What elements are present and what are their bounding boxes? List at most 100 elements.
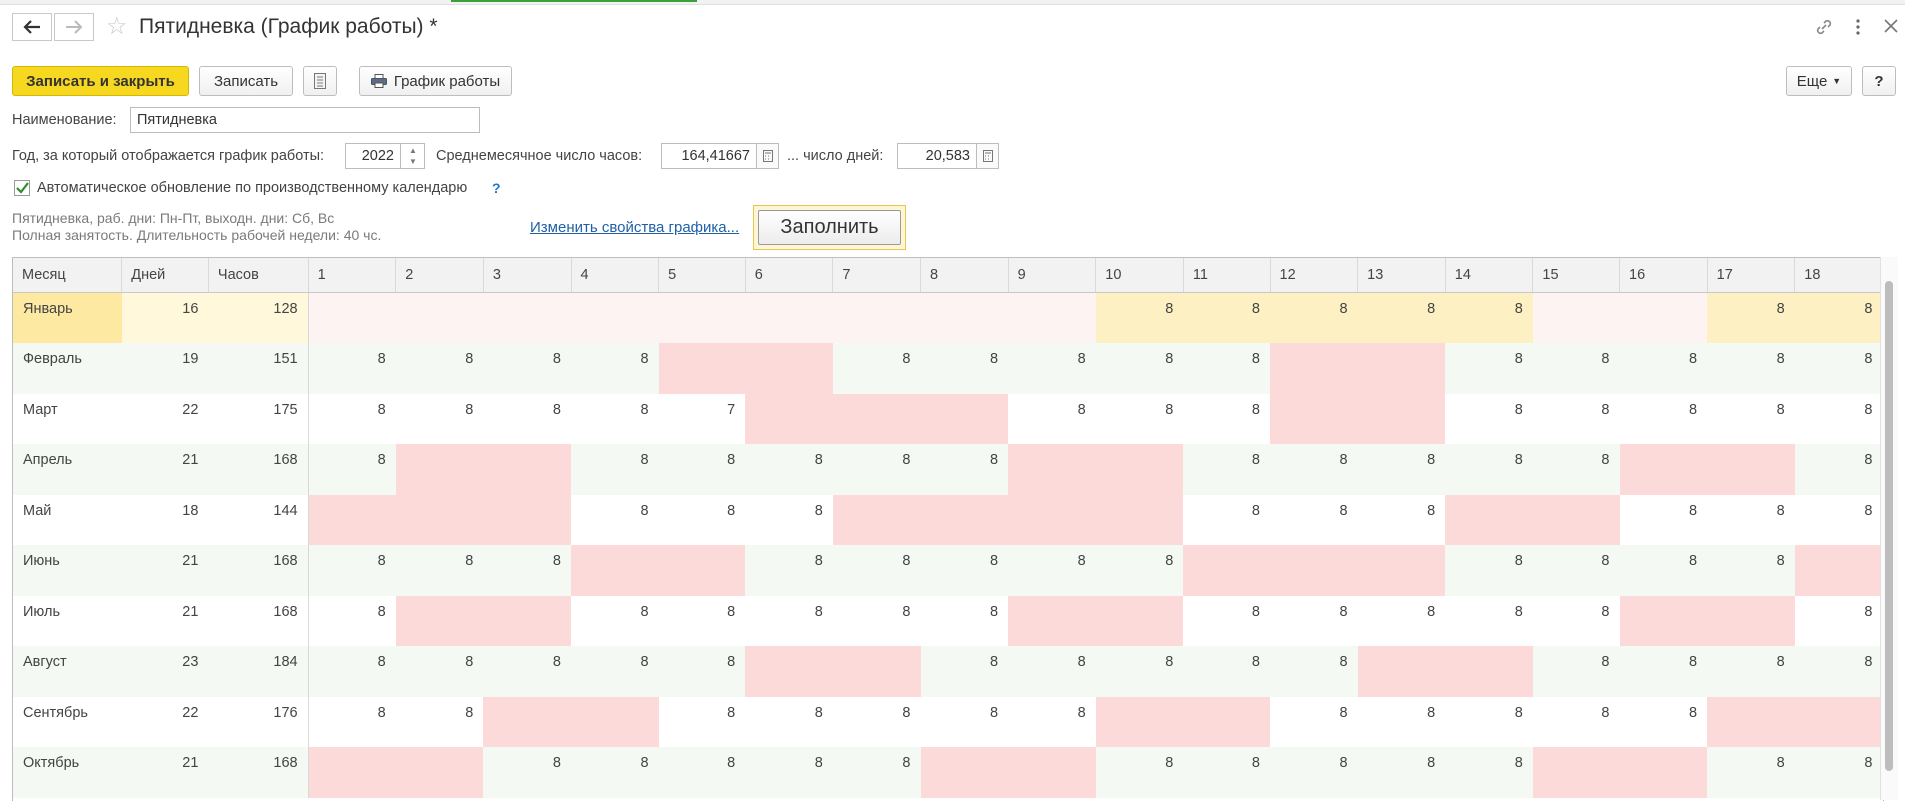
day-cell[interactable]: 8 xyxy=(1445,393,1533,444)
day-cell[interactable] xyxy=(395,494,484,545)
forward-button[interactable] xyxy=(54,13,94,41)
day-cell[interactable]: 8 xyxy=(483,646,571,697)
days-cell[interactable]: 16 xyxy=(121,292,209,343)
day-cell[interactable]: 8 xyxy=(1357,595,1446,646)
month-cell[interactable]: Апрель xyxy=(13,444,122,495)
day-cell[interactable]: 8 xyxy=(1707,646,1795,697)
day-cell[interactable] xyxy=(1270,545,1358,596)
day-cell[interactable]: 8 xyxy=(832,595,921,646)
day-cell[interactable]: 8 xyxy=(395,343,484,394)
day-cell[interactable]: 8 xyxy=(1270,747,1358,798)
day-cell[interactable]: 8 xyxy=(1357,444,1446,495)
favorite-star-icon[interactable]: ☆ xyxy=(106,14,128,40)
day-cell[interactable] xyxy=(1357,545,1446,596)
day-cell[interactable] xyxy=(1707,595,1795,646)
schedule-print-button[interactable]: График работы xyxy=(359,66,512,96)
day-cell[interactable]: 8 xyxy=(1794,494,1883,545)
day-cell[interactable] xyxy=(745,393,833,444)
table-row[interactable]: Март 22 175 8 8 8 8 7 8 8 8 8 8 8 8 8 xyxy=(13,393,1883,444)
day-cell[interactable]: 8 xyxy=(571,444,659,495)
day-cell[interactable] xyxy=(1619,595,1708,646)
day-cell[interactable] xyxy=(483,595,571,646)
day-cell[interactable]: 8 xyxy=(1357,292,1446,343)
day-cell[interactable]: 8 xyxy=(832,545,921,596)
column-header[interactable]: 17 xyxy=(1707,258,1796,293)
day-cell[interactable] xyxy=(832,393,921,444)
hours-cell[interactable]: 168 xyxy=(208,747,309,798)
column-header[interactable]: 10 xyxy=(1095,258,1184,293)
month-cell[interactable]: Май xyxy=(13,494,122,545)
day-cell[interactable]: 8 xyxy=(1183,747,1270,798)
day-cell[interactable] xyxy=(483,494,571,545)
hours-cell[interactable]: 128 xyxy=(208,292,309,343)
hours-cell[interactable]: 144 xyxy=(208,494,309,545)
day-cell[interactable]: 8 xyxy=(395,393,484,444)
day-cell[interactable]: 8 xyxy=(1357,494,1446,545)
column-header[interactable]: 12 xyxy=(1270,258,1359,293)
table-row[interactable]: Август 23 184 8 8 8 8 8 8 8 8 8 8 8 8 8 8 xyxy=(13,646,1883,697)
column-header[interactable]: 11 xyxy=(1183,258,1271,293)
day-cell[interactable]: 8 xyxy=(483,747,571,798)
column-header[interactable]: 9 xyxy=(1008,258,1097,293)
day-cell[interactable]: 8 xyxy=(1357,696,1446,747)
column-header[interactable]: 6 xyxy=(745,258,834,293)
day-cell[interactable]: 8 xyxy=(1794,292,1883,343)
hours-cell[interactable]: 168 xyxy=(208,444,309,495)
day-cell[interactable]: 8 xyxy=(1707,747,1795,798)
day-cell[interactable]: 8 xyxy=(745,696,833,747)
day-cell[interactable] xyxy=(1707,444,1795,495)
day-cell[interactable] xyxy=(1357,343,1446,394)
day-cell[interactable]: 8 xyxy=(1095,343,1184,394)
column-header[interactable]: 14 xyxy=(1445,258,1534,293)
day-cell[interactable]: 8 xyxy=(1095,393,1184,444)
year-stepper[interactable]: ▲ ▼ xyxy=(401,143,425,169)
days-cell[interactable]: 23 xyxy=(121,646,209,697)
day-cell[interactable] xyxy=(308,292,396,343)
month-cell[interactable]: Март xyxy=(13,393,122,444)
day-cell[interactable]: 8 xyxy=(745,595,833,646)
day-cell[interactable]: 8 xyxy=(571,646,659,697)
day-cell[interactable] xyxy=(920,393,1009,444)
day-cell[interactable] xyxy=(1445,646,1533,697)
calculator-icon[interactable] xyxy=(757,143,779,169)
day-cell[interactable]: 8 xyxy=(658,646,746,697)
day-cell[interactable]: 8 xyxy=(745,494,833,545)
day-cell[interactable]: 7 xyxy=(658,393,746,444)
hours-cell[interactable]: 151 xyxy=(208,343,309,394)
day-cell[interactable]: 8 xyxy=(1008,343,1096,394)
days-cell[interactable]: 21 xyxy=(121,747,209,798)
day-cell[interactable]: 8 xyxy=(832,696,921,747)
day-cell[interactable]: 8 xyxy=(1270,696,1358,747)
column-header[interactable]: 7 xyxy=(832,258,921,293)
save-and-close-button[interactable]: Записать и закрыть xyxy=(12,66,189,96)
day-cell[interactable] xyxy=(395,444,484,495)
day-cell[interactable]: 8 xyxy=(920,646,1009,697)
day-cell[interactable]: 8 xyxy=(745,545,833,596)
column-header[interactable]: 8 xyxy=(920,258,1009,293)
avg-days-field[interactable]: 20,583 xyxy=(897,143,977,169)
day-cell[interactable] xyxy=(745,646,833,697)
day-cell[interactable]: 8 xyxy=(1183,292,1270,343)
hours-cell[interactable]: 168 xyxy=(208,545,309,596)
day-cell[interactable]: 8 xyxy=(658,696,746,747)
day-cell[interactable]: 8 xyxy=(658,595,746,646)
day-cell[interactable] xyxy=(308,494,396,545)
day-cell[interactable] xyxy=(308,747,396,798)
day-cell[interactable]: 8 xyxy=(308,595,396,646)
column-header[interactable]: 1 xyxy=(308,258,397,293)
day-cell[interactable]: 8 xyxy=(1445,747,1533,798)
day-cell[interactable]: 8 xyxy=(1008,545,1096,596)
day-cell[interactable]: 8 xyxy=(1794,646,1883,697)
day-cell[interactable]: 8 xyxy=(745,747,833,798)
close-icon[interactable] xyxy=(1884,19,1898,36)
auto-update-label[interactable]: Автоматическое обновление по производств… xyxy=(37,180,467,196)
day-cell[interactable] xyxy=(1270,343,1358,394)
days-cell[interactable]: 22 xyxy=(121,696,209,747)
column-header[interactable]: 3 xyxy=(483,258,572,293)
name-field[interactable]: Пятидневка xyxy=(130,107,480,133)
day-cell[interactable]: 8 xyxy=(1794,343,1883,394)
day-cell[interactable] xyxy=(920,292,1009,343)
spin-up-icon[interactable]: ▲ xyxy=(409,146,417,155)
day-cell[interactable] xyxy=(1095,494,1184,545)
day-cell[interactable]: 8 xyxy=(1707,494,1795,545)
